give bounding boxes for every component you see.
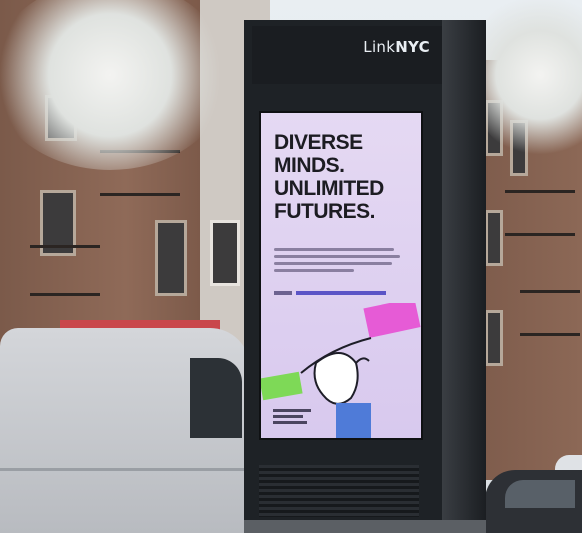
url-prefix <box>274 291 292 295</box>
kiosk-side-panel <box>442 20 486 533</box>
fire-escape <box>505 190 575 236</box>
building-window <box>485 310 503 366</box>
fire-escape <box>520 290 580 336</box>
green-sleeve <box>261 371 303 401</box>
sponsor-logo <box>273 409 313 427</box>
ad-headline: DIVERSE MINDS. UNLIMITED FUTURES. <box>274 131 414 223</box>
ad-url <box>274 291 394 297</box>
building-window <box>210 220 240 286</box>
linknyc-kiosk: LinkNYC DIVERSE MINDS. UNLIMITED FUTURES… <box>244 20 486 533</box>
headline-line: DIVERSE <box>274 131 363 154</box>
fire-escape <box>30 245 100 296</box>
url-link <box>296 291 386 295</box>
headline-line: MINDS. <box>274 154 345 177</box>
headline-line: FUTURES. <box>274 200 376 223</box>
kiosk-base <box>244 520 486 533</box>
car-window <box>505 480 575 508</box>
van-window <box>190 358 242 438</box>
text-line <box>274 255 400 258</box>
finger-outline <box>355 357 370 364</box>
kiosk-header: LinkNYC <box>252 26 442 84</box>
headline-line: UNLIMITED <box>274 177 384 200</box>
street-photo: LinkNYC DIVERSE MINDS. UNLIMITED FUTURES… <box>0 0 582 533</box>
hand-outline <box>313 352 359 405</box>
text-line <box>274 248 394 251</box>
linknyc-logo: LinkNYC <box>363 38 430 56</box>
speaker-grille <box>259 465 419 517</box>
white-van <box>0 328 250 533</box>
building-window <box>485 210 503 266</box>
blue-sleeve <box>336 403 371 438</box>
text-line <box>274 269 354 272</box>
kiosk-screen: DIVERSE MINDS. UNLIMITED FUTURES. <box>259 111 423 440</box>
dark-car <box>485 470 582 533</box>
pink-sleeve <box>363 303 421 338</box>
text-line <box>274 262 392 265</box>
van-panel-line <box>0 468 250 471</box>
ad-body-text <box>274 248 402 276</box>
building-window <box>155 220 187 296</box>
